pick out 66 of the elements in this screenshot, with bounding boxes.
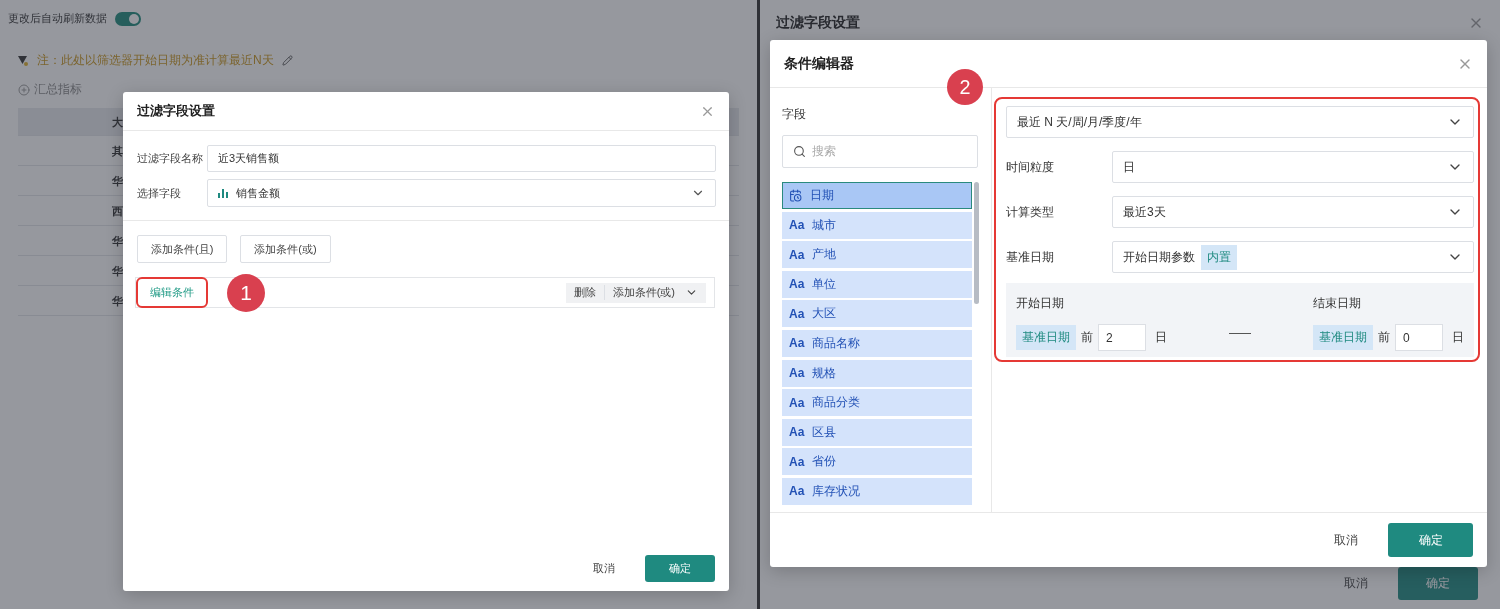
text-type-icon: Aa <box>789 277 805 292</box>
auto-refresh-label: 更改后自动刷新数据 <box>8 11 107 26</box>
base-date-tag: 基准日期 <box>1016 325 1076 350</box>
drawer-title: 过滤字段设置 <box>776 13 860 32</box>
delete-button[interactable]: 删除 <box>565 285 605 300</box>
plus-icon[interactable] <box>18 83 30 96</box>
cancel-button[interactable]: 取消 <box>1332 574 1380 592</box>
bar-chart-icon <box>218 188 228 198</box>
field-panel-label: 字段 <box>782 106 807 123</box>
unit-label: 日 <box>1452 329 1464 346</box>
field-select[interactable]: 销售金额 <box>207 179 716 207</box>
text-type-icon: Aa <box>789 247 805 262</box>
cancel-button[interactable]: 取消 <box>581 560 627 576</box>
form-label: 计算类型 <box>1006 203 1055 221</box>
field-item[interactable]: Aa 规格 <box>782 359 972 387</box>
name-input[interactable]: 近3天销售额 <box>207 145 716 172</box>
base-date-tag: 基准日期 <box>1313 325 1373 350</box>
field-item[interactable]: Aa 商品名称 <box>782 329 972 357</box>
mode-select[interactable]: 最近 N 天/周/月/季度/年 <box>1006 106 1474 138</box>
auto-refresh-toggle[interactable] <box>115 11 141 26</box>
calendar-icon <box>789 189 802 202</box>
text-type-icon: Aa <box>789 395 805 410</box>
offset-input[interactable]: 2 <box>1098 324 1146 351</box>
text-type-icon: Aa <box>789 218 805 233</box>
step-marker: 2 <box>947 69 983 105</box>
ok-button[interactable]: 确定 <box>1388 523 1473 557</box>
form-label: 时间粒度 <box>1006 158 1055 176</box>
form-label: 基准日期 <box>1006 248 1055 266</box>
add-or-button[interactable]: 添加条件(或) <box>604 285 706 300</box>
scrollbar[interactable] <box>974 182 979 304</box>
text-type-icon: Aa <box>789 306 805 321</box>
ok-button[interactable]: 确定 <box>645 554 715 582</box>
text-type-icon: Aa <box>789 425 805 440</box>
text-type-icon: Aa <box>789 366 805 381</box>
text-type-icon: Aa <box>789 336 805 351</box>
add-condition-button[interactable]: 添加条件(或) <box>240 235 331 263</box>
field-item[interactable]: 日期 <box>782 182 972 209</box>
text-type-icon: Aa <box>789 484 805 499</box>
before-label: 前 <box>1081 329 1093 346</box>
option-select[interactable]: 日 <box>1112 151 1474 183</box>
field-item[interactable]: Aa 区县 <box>782 418 972 446</box>
range-label: 开始日期 <box>1016 295 1065 312</box>
before-label: 前 <box>1378 329 1390 346</box>
field-item[interactable]: Aa 库存状况 <box>782 477 972 505</box>
field-item[interactable]: Aa 大区 <box>782 300 972 328</box>
edit-condition-link[interactable]: 编辑条件 <box>136 277 208 308</box>
text-type-icon: Aa <box>789 454 805 469</box>
cancel-button[interactable]: 取消 <box>1322 531 1370 549</box>
offset-input[interactable]: 0 <box>1395 324 1443 351</box>
field-item[interactable]: Aa 商品分类 <box>782 389 972 417</box>
field-item[interactable]: Aa 单位 <box>782 270 972 298</box>
add-condition-button[interactable]: 添加条件(且) <box>137 235 228 263</box>
option-select[interactable]: 最近3天 <box>1112 196 1474 228</box>
field-item[interactable]: Aa 城市 <box>782 211 972 239</box>
field-item[interactable]: Aa 省份 <box>782 448 972 476</box>
note-text: 注：此处以筛选器开始日期为准计算最近N天 <box>37 52 274 69</box>
builtin-tag: 内置 <box>1201 244 1237 270</box>
unit-label: 日 <box>1155 329 1167 346</box>
field-item[interactable]: Aa 产地 <box>782 241 972 269</box>
range-label: 结束日期 <box>1313 295 1362 312</box>
edit-icon[interactable] <box>281 55 293 66</box>
step-marker: 1 <box>227 273 265 312</box>
dialog-title: 条件编辑器 <box>784 54 854 73</box>
option-select[interactable]: 开始日期参数 内置 <box>1112 241 1474 273</box>
warning-icon <box>18 55 29 66</box>
search-icon <box>793 145 806 158</box>
